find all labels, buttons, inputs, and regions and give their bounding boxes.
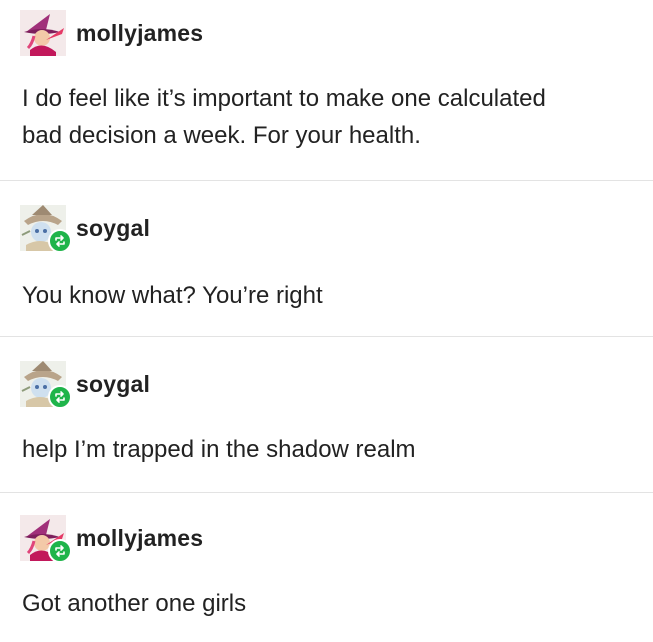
post-3: soygal help I’m trapped in the shadow re…	[0, 337, 653, 492]
username-link[interactable]: mollyjames	[76, 525, 203, 552]
username-link[interactable]: soygal	[76, 371, 150, 398]
post-text: Got another one girls	[22, 590, 247, 617]
post-1: mollyjames I do feel like it’s important…	[0, 0, 653, 180]
cat-character-avatar-icon[interactable]	[20, 205, 72, 253]
reblog-icon	[48, 229, 72, 253]
username-link[interactable]: soygal	[76, 215, 150, 242]
reblog-thread: mollyjames I do feel like it’s important…	[0, 0, 653, 642]
post-header: mollyjames	[20, 10, 203, 56]
post-header: soygal	[20, 361, 150, 409]
post-2: soygal You know what? You’re right	[0, 181, 653, 336]
post-4: mollyjames Got another one girls	[0, 493, 653, 642]
reblog-icon	[48, 539, 72, 563]
post-header: mollyjames	[20, 515, 203, 563]
post-text: You know what? You’re right	[22, 282, 323, 309]
post-header: soygal	[20, 205, 150, 253]
cat-character-avatar-icon[interactable]	[20, 361, 72, 409]
post-text: help I’m trapped in the shadow realm	[22, 436, 416, 463]
witch-character-avatar-icon[interactable]	[20, 515, 72, 563]
reblog-icon	[48, 385, 72, 409]
post-text: I do feel like it’s important to make on…	[22, 85, 546, 149]
witch-character-avatar-icon[interactable]	[20, 10, 66, 56]
username-link[interactable]: mollyjames	[76, 20, 203, 47]
